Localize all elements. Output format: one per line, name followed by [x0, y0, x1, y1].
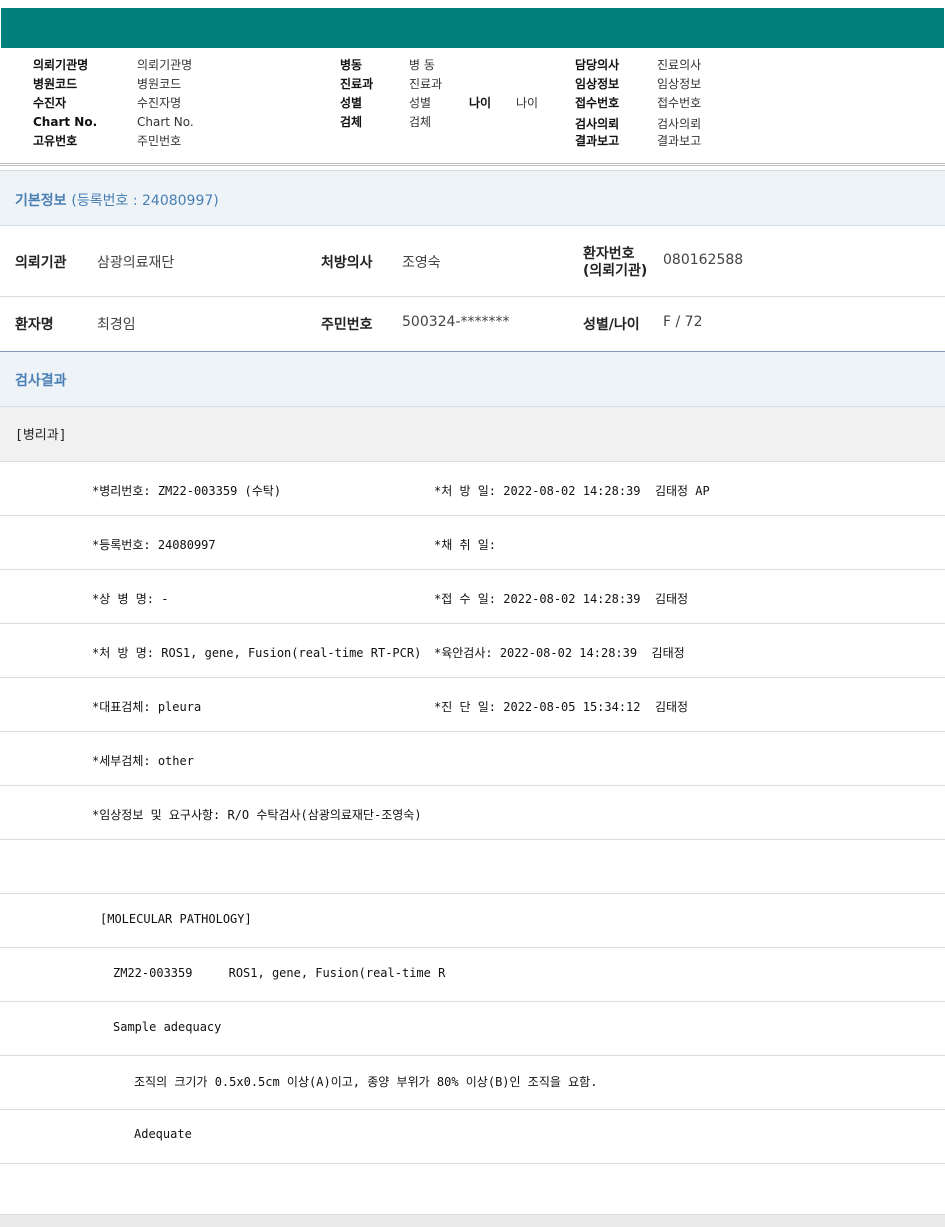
header-value-ward: 병 동 — [409, 58, 435, 72]
top-banner — [1, 8, 944, 48]
basic-info-reg-no: (등록번호 : 24080997) — [71, 193, 219, 209]
report-row: 조직의 크기가 0.5x0.5cm 이상(A)이고, 종양 부위가 80% 이상… — [0, 1056, 945, 1110]
header-label-result-report: 결과보고 — [575, 134, 620, 148]
header-value-test-request: 검사의뢰 — [657, 117, 702, 131]
header-label-institution: 의뢰기관명 — [33, 58, 89, 72]
result-left: *등록번호: 24080997 — [92, 538, 216, 552]
header-value-specimen: 검체 — [409, 115, 432, 129]
result-right: *접 수 일: 2022-08-02 14:28:39 김태정 — [434, 592, 689, 606]
basic-info-row-2: 환자명 최경임 주민번호 500324-******* 성별/나이 F / 72 — [0, 297, 945, 352]
result-left: *상 병 명: - — [92, 592, 169, 606]
header-value-chart-no: Chart No. — [137, 115, 194, 129]
sex-age-label: 성별/나이 — [583, 317, 640, 333]
basic-info-header: 기본정보 (등록번호 : 24080997) — [0, 170, 945, 226]
header-label-sex: 성별 — [340, 96, 363, 110]
department-label: [병리과] — [15, 428, 67, 443]
result-right: *처 방 일: 2022-08-02 14:28:39 김태정 AP — [434, 484, 710, 498]
header-label-ward: 병동 — [340, 58, 363, 72]
header-value-institution: 의뢰기관명 — [137, 58, 193, 72]
institution-label: 의뢰기관 — [15, 255, 67, 271]
patient-name-label: 환자명 — [15, 317, 54, 333]
header-value-patient: 수진자명 — [137, 96, 182, 110]
header-label-receipt-no: 접수번호 — [575, 96, 620, 110]
basic-info-title-wrap: 기본정보 (등록번호 : 24080997) — [15, 190, 219, 210]
rrn-value: 500324-******* — [402, 314, 510, 330]
result-right: *채 취 일: — [434, 538, 497, 552]
patient-no-value: 080162588 — [663, 252, 744, 268]
report-header: 의뢰기관명 의뢰기관명 병원코드 병원코드 수진자 수진자명 Chart No.… — [0, 48, 945, 166]
result-left: *세부검체: other — [92, 754, 194, 768]
rrn-label: 주민번호 — [321, 317, 373, 333]
basic-info-title: 기본정보 — [15, 193, 67, 209]
result-right: *진 단 일: 2022-08-05 15:34:12 김태정 — [434, 700, 689, 714]
header-label-clinical-info: 임상정보 — [575, 77, 620, 91]
result-row: *대표검체: pleura *진 단 일: 2022-08-05 15:34:1… — [0, 678, 945, 732]
header-value-doctor: 진료의사 — [657, 58, 702, 72]
report-row: Sample adequacy — [0, 1002, 945, 1056]
institution-value: 삼광의료재단 — [97, 255, 175, 271]
result-left: *병리번호: ZM22-003359 (수탁) — [92, 484, 282, 498]
patient-name-value: 최경임 — [97, 317, 136, 333]
header-value-sex: 성별 — [409, 96, 432, 110]
result-left: *임상정보 및 요구사항: R/O 수탁검사(삼광의료재단-조영숙) — [92, 808, 422, 822]
report-text: 조직의 크기가 0.5x0.5cm 이상(A)이고, 종양 부위가 80% 이상… — [134, 1075, 598, 1089]
header-label-age: 나이 — [469, 96, 492, 110]
results-title: 검사결과 — [15, 373, 67, 389]
header-label-hospital-code: 병원코드 — [33, 77, 78, 91]
result-row: *임상정보 및 요구사항: R/O 수탁검사(삼광의료재단-조영숙) — [0, 786, 945, 840]
report-text: ZM22-003359 ROS1, gene, Fusion(real-time… — [113, 966, 446, 980]
header-label-chart-no: Chart No. — [33, 115, 98, 129]
header-value-unique-no: 주민번호 — [137, 134, 182, 148]
header-value-hospital-code: 병원코드 — [137, 77, 182, 91]
blank-row — [0, 1164, 945, 1215]
header-value-clinical-info: 임상정보 — [657, 77, 702, 91]
report-text: Adequate — [134, 1127, 192, 1141]
report-row: Adequate — [0, 1110, 945, 1164]
header-value-result-report: 결과보고 — [657, 134, 702, 148]
report-text: Sample adequacy — [113, 1020, 222, 1034]
result-row: *병리번호: ZM22-003359 (수탁) *처 방 일: 2022-08-… — [0, 462, 945, 516]
result-left: *대표검체: pleura — [92, 700, 202, 714]
result-right: *육안검사: 2022-08-02 14:28:39 김태정 — [434, 646, 685, 660]
results-header: 검사결과 — [0, 352, 945, 407]
header-label-specimen: 검체 — [340, 115, 363, 129]
header-value-department: 진료과 — [409, 77, 443, 91]
header-value-age: 나이 — [516, 96, 539, 110]
prescribing-doctor-value: 조영숙 — [402, 255, 441, 271]
result-row: *상 병 명: - *접 수 일: 2022-08-02 14:28:39 김태… — [0, 570, 945, 624]
result-row: *등록번호: 24080997 *채 취 일: — [0, 516, 945, 570]
header-label-patient: 수진자 — [33, 96, 67, 110]
result-row: *처 방 명: ROS1, gene, Fusion(real-time RT-… — [0, 624, 945, 678]
prescribing-doctor-label: 처방의사 — [321, 255, 373, 271]
top-bar — [0, 0, 945, 48]
header-label-unique-no: 고유번호 — [33, 134, 78, 148]
patient-no-sublabel: (의뢰기관) — [583, 263, 648, 279]
result-row: *세부검체: other — [0, 732, 945, 786]
report-row: ZM22-003359 ROS1, gene, Fusion(real-time… — [0, 948, 945, 1002]
header-value-receipt-no: 접수번호 — [657, 96, 702, 110]
report-text: [MOLECULAR PATHOLOGY] — [100, 912, 252, 926]
blank-row — [0, 840, 945, 894]
header-label-test-request: 검사의뢰 — [575, 117, 620, 131]
sex-age-value: F / 72 — [663, 314, 703, 330]
header-label-doctor: 담당의사 — [575, 58, 620, 72]
report-row: [MOLECULAR PATHOLOGY] — [0, 894, 945, 948]
header-label-department: 진료과 — [340, 77, 374, 91]
result-left: *처 방 명: ROS1, gene, Fusion(real-time RT-… — [92, 646, 422, 660]
department-row: [병리과] — [0, 407, 945, 462]
bottom-bar — [0, 1215, 945, 1227]
basic-info-row-1: 의뢰기관 삼광의료재단 처방의사 조영숙 환자번호 (의뢰기관) 0801625… — [0, 226, 945, 297]
